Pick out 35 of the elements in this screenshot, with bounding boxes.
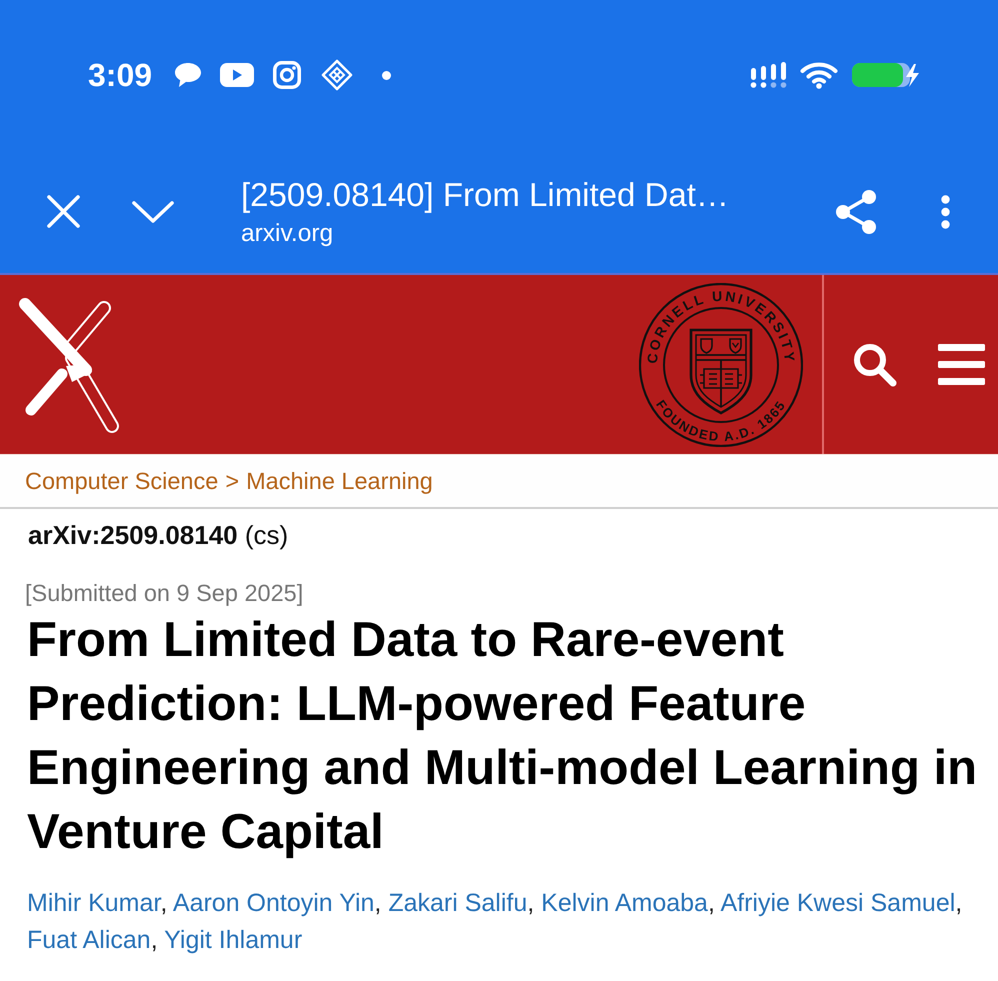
close-icon	[47, 195, 80, 228]
clock-time: 3:09	[88, 59, 152, 91]
wifi-icon	[800, 61, 838, 89]
site-logo-link[interactable]	[16, 296, 120, 434]
camera-icon	[273, 61, 302, 89]
diamond-grid-icon	[321, 59, 354, 91]
author-link[interactable]: Yigit Ihlamur	[164, 926, 302, 954]
breadcrumb-link[interactable]: Machine Learning	[246, 466, 433, 496]
dot-icon	[382, 70, 392, 80]
chat-bubble-icon	[174, 62, 202, 88]
submission-date: [Submitted on 9 Sep 2025]	[25, 579, 304, 608]
share-icon	[834, 188, 878, 234]
author-link[interactable]: Aaron Ontoyin Yin	[172, 889, 374, 917]
play-button-icon	[220, 63, 254, 87]
author-link[interactable]: Zakari Salifu	[388, 889, 528, 917]
breadcrumb-link[interactable]: Computer Science	[25, 466, 218, 496]
more-vertical-icon	[940, 194, 950, 228]
share-button[interactable]	[833, 188, 879, 236]
close-button[interactable]	[45, 193, 82, 230]
author-link[interactable]: Afriyie Kwesi Samuel	[720, 889, 956, 917]
menu-icon	[938, 344, 984, 385]
search-icon	[852, 342, 898, 388]
chevron-down-icon	[132, 200, 174, 222]
page-domain: arxiv.org	[241, 218, 334, 248]
signal-icon	[750, 62, 787, 88]
page-title: [2509.08140] From Limited Dat…	[241, 174, 729, 214]
author-link[interactable]: Fuat Alican	[27, 926, 151, 954]
crossed-strokes-logo-icon	[16, 296, 120, 434]
author-link[interactable]: Mihir Kumar	[27, 889, 160, 917]
paper-title: From Limited Data to Rare-event Prediction: LLM-powered Feature Engineering and Multi-model Learning in Venture Capital	[27, 612, 978, 861]
breadcrumb-separator: >	[225, 467, 240, 496]
battery-charging-icon	[852, 62, 920, 88]
author-list: Mihir Kumar, Aaron Ontoyin Yin, Zakari Salifu, Kelvin Amoaba, Afriyie Kwesi Samuel, Fuat Alican, Yigit Ihlamur	[27, 885, 990, 959]
arxiv-identifier: arXiv:2509.08140 (cs)	[27, 519, 290, 552]
author-link[interactable]: Kelvin Amoaba	[541, 889, 708, 917]
